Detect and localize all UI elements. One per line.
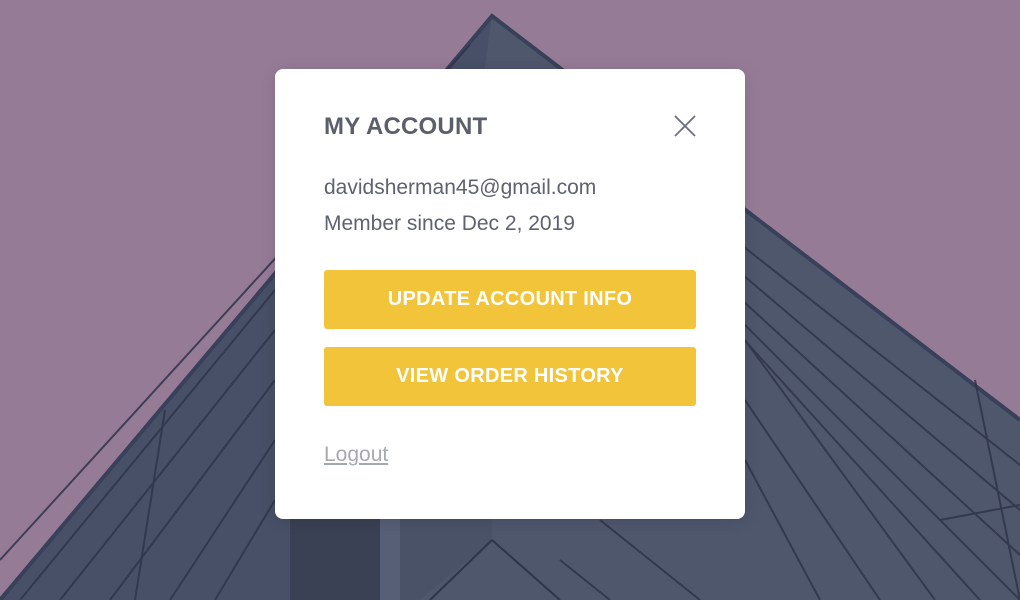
logout-link[interactable]: Logout	[324, 443, 388, 467]
close-icon	[674, 115, 696, 137]
update-account-info-button[interactable]: UPDATE ACCOUNT INFO	[324, 270, 696, 329]
member-since-text: Member since Dec 2, 2019	[324, 212, 575, 235]
view-order-history-button[interactable]: VIEW ORDER HISTORY	[324, 347, 696, 406]
close-button[interactable]	[670, 111, 700, 141]
modal-title: MY ACCOUNT	[324, 113, 488, 140]
account-email: davidsherman45@gmail.com	[324, 176, 597, 199]
account-modal: MY ACCOUNT davidsherman45@gmail.com Memb…	[275, 69, 745, 519]
